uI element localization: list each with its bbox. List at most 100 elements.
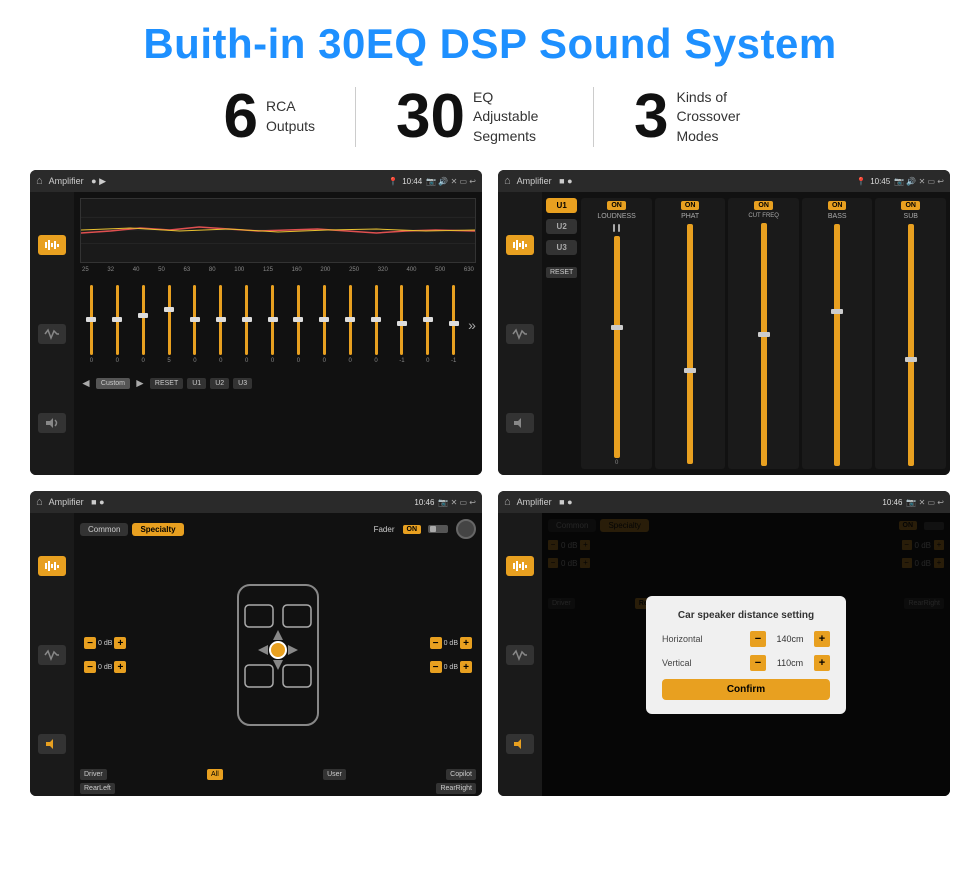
dist-main-area: Common Specialty ON − 0 dB + xyxy=(498,513,950,796)
modal-confirm-button[interactable]: Confirm xyxy=(662,679,830,700)
sp-label-rearright[interactable]: RearRight xyxy=(436,783,476,794)
sp-bottom-labels: Driver All User Copilot xyxy=(80,769,476,780)
eq-slider-6[interactable]: 0 xyxy=(209,285,232,364)
sp-top-tabs: Common Specialty Fader ON xyxy=(80,519,476,539)
sp-vol-fl: − 0 dB + xyxy=(84,637,126,649)
xo-icon-speaker[interactable] xyxy=(506,413,534,433)
sp-label-driver[interactable]: Driver xyxy=(80,769,107,780)
dist-icon-speaker[interactable] xyxy=(506,734,534,754)
dist-icon-wave[interactable] xyxy=(506,645,534,665)
modal-horizontal-minus[interactable]: − xyxy=(750,631,766,647)
eq-play-btn[interactable]: ► xyxy=(134,376,146,390)
modal-vertical-minus[interactable]: − xyxy=(750,655,766,671)
xo-u2-btn[interactable]: U2 xyxy=(546,219,577,234)
sp-tab-common[interactable]: Common xyxy=(80,523,128,536)
eq-graph xyxy=(80,198,476,263)
modal-vertical-val: 110cm xyxy=(770,658,810,668)
sp-left-controls: − 0 dB + − 0 dB + xyxy=(80,545,130,765)
sp-fr-plus[interactable]: + xyxy=(460,637,472,649)
eq-slider-8[interactable]: 0 xyxy=(261,285,284,364)
eq-screenshot: ⌂ Amplifier ● ▶ 📍 10:44 📷 🔊 ✕ ▭ ↩ xyxy=(30,170,482,475)
eq-custom-btn[interactable]: Custom xyxy=(96,378,130,389)
eq-slider-13[interactable]: -1 xyxy=(391,285,414,364)
xo-ch-cutfreq: ON CUT FREQ xyxy=(728,198,799,469)
sp-topbar: ⌂ Amplifier ■ ● 10:46 📷 ✕ ▭ ↩ xyxy=(30,491,482,513)
xo-ch-sub-on[interactable]: ON xyxy=(901,201,920,210)
eq-slider-7[interactable]: 0 xyxy=(235,285,258,364)
eq-app-title: Amplifier ● ▶ xyxy=(49,176,383,187)
home-icon[interactable]: ⌂ xyxy=(36,175,43,187)
xo-ch-loudness: ON LOUDNESS 0 xyxy=(581,198,652,469)
eq-u3-btn[interactable]: U3 xyxy=(233,378,252,389)
xo-home-icon[interactable]: ⌂ xyxy=(504,175,511,187)
eq-icon-wave[interactable] xyxy=(38,324,66,344)
sp-tab-specialty[interactable]: Specialty xyxy=(132,523,183,536)
eq-reset-btn[interactable]: RESET xyxy=(150,378,183,389)
sp-icon-speaker[interactable] xyxy=(38,734,66,754)
sp-label-user[interactable]: User xyxy=(323,769,346,780)
dist-left-panel xyxy=(498,513,542,796)
modal-vertical-plus[interactable]: + xyxy=(814,655,830,671)
sp-label-all[interactable]: All xyxy=(207,769,223,780)
xo-u1-btn[interactable]: U1 xyxy=(546,198,577,213)
sp-rl-minus[interactable]: − xyxy=(84,661,96,673)
xo-ch-bass-on[interactable]: ON xyxy=(828,201,847,210)
eq-slider-9[interactable]: 0 xyxy=(287,285,310,364)
sp-fl-minus[interactable]: − xyxy=(84,637,96,649)
modal-horizontal-val: 140cm xyxy=(770,634,810,644)
xo-app-title: Amplifier ■ ● xyxy=(517,176,851,186)
sp-vol-fr: − 0 dB + xyxy=(430,637,472,649)
sp-home-icon[interactable]: ⌂ xyxy=(36,496,43,508)
sp-fader-on[interactable]: ON xyxy=(403,525,422,534)
xo-ch-phat-label: PHAT xyxy=(681,213,699,220)
sp-rr-minus[interactable]: − xyxy=(430,661,442,673)
sp-icon-wave[interactable] xyxy=(38,645,66,665)
distance-modal-overlay: Car speaker distance setting Horizontal … xyxy=(542,513,950,796)
sp-fr-minus[interactable]: − xyxy=(430,637,442,649)
eq-icon-speaker[interactable] xyxy=(38,413,66,433)
eq-slider-1[interactable]: 0 xyxy=(80,285,103,364)
eq-arrow-right[interactable]: » xyxy=(468,317,476,333)
xo-reset-btn[interactable]: RESET xyxy=(546,267,577,278)
sp-rl-plus[interactable]: + xyxy=(114,661,126,673)
eq-slider-15[interactable]: -1 xyxy=(442,285,465,364)
stat-rca: 6 RCAOutputs xyxy=(184,86,356,148)
stat-eq-number: 30 xyxy=(396,86,465,148)
eq-slider-14[interactable]: 0 xyxy=(416,285,439,364)
xo-ch-loudness-on[interactable]: ON xyxy=(607,201,626,210)
eq-prev-btn[interactable]: ◄ xyxy=(80,376,92,390)
eq-slider-5[interactable]: 0 xyxy=(184,285,207,364)
eq-u2-btn[interactable]: U2 xyxy=(210,378,229,389)
sp-label-rearleft[interactable]: RearLeft xyxy=(80,783,115,794)
eq-u1-btn[interactable]: U1 xyxy=(187,378,206,389)
sp-avatar[interactable] xyxy=(456,519,476,539)
dist-status: 10:46 📷 ✕ ▭ ↩ xyxy=(882,498,944,507)
eq-icon-active[interactable] xyxy=(38,235,66,255)
page-wrapper: Buith-in 30EQ DSP Sound System 6 RCAOutp… xyxy=(0,0,980,816)
eq-slider-11[interactable]: 0 xyxy=(339,285,362,364)
xo-u3-btn[interactable]: U3 xyxy=(546,240,577,255)
dist-home-icon[interactable]: ⌂ xyxy=(504,496,511,508)
sp-rr-plus[interactable]: + xyxy=(460,661,472,673)
eq-slider-12[interactable]: 0 xyxy=(365,285,388,364)
dist-icon-eq[interactable] xyxy=(506,556,534,576)
xo-icon-wave[interactable] xyxy=(506,324,534,344)
eq-slider-10[interactable]: 0 xyxy=(313,285,336,364)
xo-time: 10:45 xyxy=(870,177,890,186)
sp-app-title: Amplifier ■ ● xyxy=(49,497,409,507)
xo-channels: ON LOUDNESS 0 xyxy=(581,198,946,469)
sp-fl-plus[interactable]: + xyxy=(114,637,126,649)
sp-icon-eq[interactable] xyxy=(38,556,66,576)
xo-ch-cutfreq-on[interactable]: ON xyxy=(754,201,773,210)
distance-modal: Car speaker distance setting Horizontal … xyxy=(646,596,846,714)
xo-main: U1 U2 U3 RESET ON LOUDNESS xyxy=(542,192,950,475)
sp-fader-label: Fader xyxy=(374,525,395,534)
xo-icon-eq[interactable] xyxy=(506,235,534,255)
sp-status: 10:46 📷 ✕ ▭ ↩ xyxy=(414,498,476,507)
modal-horizontal-plus[interactable]: + xyxy=(814,631,830,647)
eq-slider-2[interactable]: 0 xyxy=(106,285,129,364)
xo-ch-phat-on[interactable]: ON xyxy=(681,201,700,210)
eq-slider-4[interactable]: 5 xyxy=(158,285,181,364)
sp-label-copilot[interactable]: Copilot xyxy=(446,769,476,780)
eq-slider-3[interactable]: 0 xyxy=(132,285,155,364)
